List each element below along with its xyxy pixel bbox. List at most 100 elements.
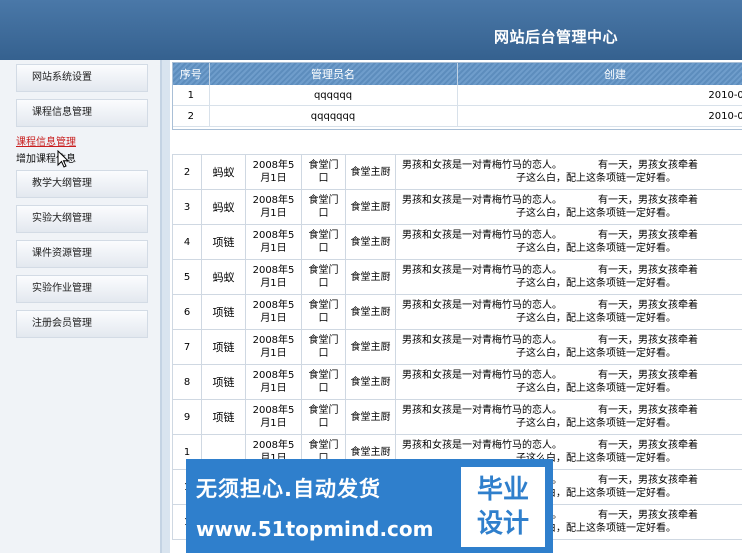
cell-host: 食堂主厨 xyxy=(345,259,396,295)
cell-name: 项链 xyxy=(201,364,246,400)
sidebar-item-courseware[interactable]: 课件资源管理 xyxy=(16,240,148,268)
cell-place: 食堂门口 xyxy=(301,259,346,295)
cell-no: 2 xyxy=(172,154,202,190)
sidebar-item-site-settings[interactable]: 网站系统设置 xyxy=(16,64,148,92)
cell-place: 食堂门口 xyxy=(301,364,346,400)
admin-table-panel: 序号 管理员名 创建 1 qqqqqq 2010-07-11 2 qqqqqqq… xyxy=(172,62,742,130)
content-line-3: 子这么白，配上这条项链一定好看。 xyxy=(516,278,676,289)
content-line-2: 有一天，男孩女孩牵着 xyxy=(598,300,698,311)
admin-table-header: 序号 管理员名 创建 xyxy=(173,63,742,85)
cell-date: 2008年5月1日 xyxy=(245,154,302,190)
column-header-created: 创建 xyxy=(457,63,742,85)
cell-no: 9 xyxy=(172,399,202,435)
cell-admin-name: qqqqqq xyxy=(209,85,458,106)
cell-no: 8 xyxy=(172,364,202,400)
content-line-2: 有一天，男孩女孩牵着 xyxy=(598,510,698,521)
cell-name: 蚂蚁 xyxy=(201,259,246,295)
sidebar-item-lab-homework[interactable]: 实验作业管理 xyxy=(16,275,148,303)
cell-admin-name: qqqqqqq xyxy=(209,105,458,127)
cell-date: 2008年5月1日 xyxy=(245,224,302,260)
cell-host: 食堂主厨 xyxy=(345,224,396,260)
cell-place: 食堂门口 xyxy=(301,224,346,260)
content-line-2: 有一天，男孩女孩牵着 xyxy=(598,335,698,346)
sidebar-item-course-info[interactable]: 课程信息管理 xyxy=(16,99,148,127)
cell-created: 2010-07-11 xyxy=(457,105,742,127)
cell-content: 男孩和女孩是一对青梅竹马的恋人。 有一天，男孩女孩牵着子这么白，配上这条项链一定好… xyxy=(395,329,742,365)
cell-name: 蚂蚁 xyxy=(201,154,246,190)
cell-content: 男孩和女孩是一对青梅竹马的恋人。 有一天，男孩女孩牵着子这么白，配上这条项链一定好… xyxy=(395,399,742,435)
content-line-1: 男孩和女孩是一对青梅竹马的恋人。 xyxy=(402,405,562,416)
sidebar-sublink-course-manage[interactable]: 课程信息管理 xyxy=(16,133,76,148)
sidebar-item-members[interactable]: 注册会员管理 xyxy=(16,310,148,338)
cell-name: 项链 xyxy=(201,329,246,365)
table-row[interactable]: 1 qqqqqq 2010-07-11 xyxy=(173,85,742,106)
cell-host: 食堂主厨 xyxy=(345,329,396,365)
watermark-badge: 毕业 设计 xyxy=(461,467,545,547)
table-row[interactable]: 4 项链 2008年5月1日 食堂门口 食堂主厨 男孩和女孩是一对青梅竹马的恋人。 有一天，… xyxy=(172,224,742,260)
cell-name: 蚂蚁 xyxy=(201,189,246,225)
cell-name: 项链 xyxy=(201,224,246,260)
cell-date: 2008年5月1日 xyxy=(245,259,302,295)
cell-date: 2008年5月1日 xyxy=(245,329,302,365)
content-left-strip xyxy=(162,60,170,553)
cell-host: 食堂主厨 xyxy=(345,399,396,435)
watermark-badge-bottom: 设计 xyxy=(476,509,529,539)
content-line-2: 有一天，男孩女孩牵着 xyxy=(598,195,698,206)
table-row[interactable]: 6 项链 2008年5月1日 食堂门口 食堂主厨 男孩和女孩是一对青梅竹马的恋人。 有一天，… xyxy=(172,294,742,330)
cell-place: 食堂门口 xyxy=(301,294,346,330)
content-line-3: 子这么白，配上这条项链一定好看。 xyxy=(516,418,676,429)
column-header-admin-name: 管理员名 xyxy=(209,63,458,85)
table-row[interactable]: 8 项链 2008年5月1日 食堂门口 食堂主厨 男孩和女孩是一对青梅竹马的恋人。 有一天，… xyxy=(172,364,742,400)
table-row[interactable]: 5 蚂蚁 2008年5月1日 食堂门口 食堂主厨 男孩和女孩是一对青梅竹马的恋人。 有一天，… xyxy=(172,259,742,295)
top-header: 网站后台管理中心 xyxy=(0,0,742,60)
content-line-1: 男孩和女孩是一对青梅竹马的恋人。 xyxy=(402,265,562,276)
cell-date: 2008年5月1日 xyxy=(245,399,302,435)
sidebar-item-syllabus[interactable]: 教学大纲管理 xyxy=(16,170,148,198)
content-line-2: 有一天，男孩女孩牵着 xyxy=(598,160,698,171)
cell-host: 食堂主厨 xyxy=(345,189,396,225)
cell-content: 男孩和女孩是一对青梅竹马的恋人。 有一天，男孩女孩牵着子这么白，配上这条项链一定好… xyxy=(395,224,742,260)
watermark-badge-top: 毕业 xyxy=(476,475,529,505)
cell-content: 男孩和女孩是一对青梅竹马的恋人。 有一天，男孩女孩牵着子这么白，配上这条项链一定好… xyxy=(395,259,742,295)
content-line-1: 男孩和女孩是一对青梅竹马的恋人。 xyxy=(402,300,562,311)
content-line-2: 有一天，男孩女孩牵着 xyxy=(598,230,698,241)
section-separator xyxy=(172,140,742,155)
admin-table: 序号 管理员名 创建 1 qqqqqq 2010-07-11 2 qqqqqqq… xyxy=(173,63,742,127)
content-line-2: 有一天，男孩女孩牵着 xyxy=(598,440,698,451)
content-line-1: 男孩和女孩是一对青梅竹马的恋人。 xyxy=(402,160,562,171)
cell-name: 项链 xyxy=(201,399,246,435)
watermark-banner: 无须担心.自动发货 www.51topmind.com 毕业 设计 xyxy=(186,459,553,553)
table-row[interactable]: 2 蚂蚁 2008年5月1日 食堂门口 食堂主厨 男孩和女孩是一对青梅竹马的恋人。 有一天，… xyxy=(172,154,742,190)
cell-date: 2008年5月1日 xyxy=(245,294,302,330)
cell-place: 食堂门口 xyxy=(301,189,346,225)
content-line-3: 子这么白，配上这条项链一定好看。 xyxy=(516,348,676,359)
content-line-3: 子这么白，配上这条项链一定好看。 xyxy=(516,243,676,254)
cell-content: 男孩和女孩是一对青梅竹马的恋人。 有一天，男孩女孩牵着子这么白，配上这条项链一定好… xyxy=(395,294,742,330)
cell-host: 食堂主厨 xyxy=(345,364,396,400)
cell-place: 食堂门口 xyxy=(301,399,346,435)
column-header-no: 序号 xyxy=(173,63,210,85)
watermark-url: www.51topmind.com xyxy=(196,517,434,541)
cell-place: 食堂门口 xyxy=(301,154,346,190)
cell-content: 男孩和女孩是一对青梅竹马的恋人。 有一天，男孩女孩牵着子这么白，配上这条项链一定好… xyxy=(395,364,742,400)
content-line-3: 子这么白，配上这条项链一定好看。 xyxy=(516,208,676,219)
cell-no: 1 xyxy=(173,85,210,106)
table-row[interactable]: 2 qqqqqqq 2010-07-11 xyxy=(173,105,742,127)
cell-host: 食堂主厨 xyxy=(345,294,396,330)
content-line-3: 子这么白，配上这条项链一定好看。 xyxy=(516,383,676,394)
cell-no: 5 xyxy=(172,259,202,295)
sidebar-item-lab-syllabus[interactable]: 实验大纲管理 xyxy=(16,205,148,233)
content-line-2: 有一天，男孩女孩牵着 xyxy=(598,475,698,486)
table-row[interactable]: 7 项链 2008年5月1日 食堂门口 食堂主厨 男孩和女孩是一对青梅竹马的恋人。 有一天，… xyxy=(172,329,742,365)
cell-no: 4 xyxy=(172,224,202,260)
content-line-1: 男孩和女孩是一对青梅竹马的恋人。 xyxy=(402,335,562,346)
table-row[interactable]: 3 蚂蚁 2008年5月1日 食堂门口 食堂主厨 男孩和女孩是一对青梅竹马的恋人。 有一天，… xyxy=(172,189,742,225)
mouse-cursor-icon xyxy=(57,150,70,168)
cell-no: 6 xyxy=(172,294,202,330)
cell-date: 2008年5月1日 xyxy=(245,189,302,225)
cell-content: 男孩和女孩是一对青梅竹马的恋人。 有一天，男孩女孩牵着子这么白，配上这条项链一定好… xyxy=(395,189,742,225)
cell-no: 2 xyxy=(173,105,210,127)
content-line-1: 男孩和女孩是一对青梅竹马的恋人。 xyxy=(402,440,562,451)
table-row[interactable]: 9 项链 2008年5月1日 食堂门口 食堂主厨 男孩和女孩是一对青梅竹马的恋人。 有一天，… xyxy=(172,399,742,435)
cell-created: 2010-07-11 xyxy=(457,85,742,106)
